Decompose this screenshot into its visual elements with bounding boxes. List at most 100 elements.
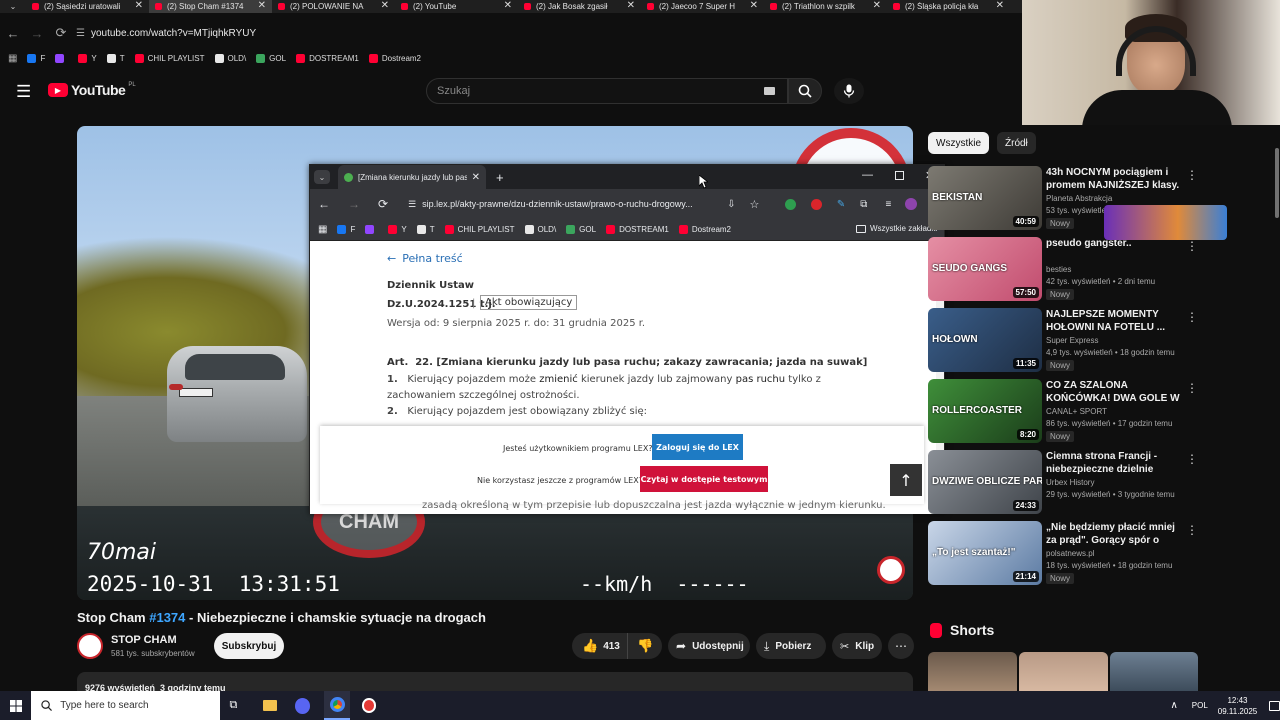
- tab-close-icon[interactable]: ✕: [627, 0, 635, 11]
- chrome-taskbar-icon[interactable]: [324, 691, 350, 720]
- lex-login-button[interactable]: Zaloguj się do LEX: [652, 434, 743, 460]
- show-hidden-icons[interactable]: ∧: [1170, 700, 1177, 711]
- more-vertical-icon[interactable]: ⋮: [1186, 239, 1198, 253]
- popup-bookmark-item[interactable]: Y: [388, 225, 407, 234]
- notifications-icon[interactable]: [1269, 700, 1280, 711]
- reload-button[interactable]: ⟳: [50, 22, 72, 44]
- recommended-video-title[interactable]: NAJLEPSZE MOMENTY HOŁOWNI NA FOTELU ...: [1046, 308, 1184, 334]
- popup-reload-button[interactable]: ⟳: [378, 197, 388, 211]
- shorts-thumb-1[interactable]: [928, 652, 1017, 692]
- browser-tab[interactable]: (2) POLOWANIE NA ✕: [272, 0, 395, 13]
- extensions-puzzle-icon[interactable]: ⧉: [860, 199, 867, 210]
- shorts-thumb-2[interactable]: [1019, 652, 1108, 692]
- back-button[interactable]: ←: [2, 22, 24, 44]
- subscribe-button[interactable]: Subskrybuj: [214, 633, 284, 659]
- lex-trial-button[interactable]: Czytaj w dostępie testowym: [640, 466, 768, 492]
- recommended-channel-name[interactable]: Urbex History: [1046, 478, 1094, 487]
- task-view-icon[interactable]: ⧉: [230, 699, 244, 712]
- browser-tab[interactable]: (2) Sąsiedzi uratowali ✕: [26, 0, 149, 13]
- more-vertical-icon[interactable]: ⋮: [1186, 452, 1198, 466]
- more-vertical-icon[interactable]: ⋮: [1186, 523, 1198, 537]
- scroll-top-button[interactable]: ↑: [890, 464, 922, 496]
- shorts-thumb-3[interactable]: [1110, 652, 1198, 692]
- language-indicator[interactable]: POL: [1192, 701, 1208, 710]
- bookmark-item[interactable]: Dostream2: [368, 53, 421, 63]
- video-thumbnail[interactable]: DWZIWE OBLICZE PARYŻA 24:33: [928, 450, 1042, 514]
- popup-bookmark-item[interactable]: GOL: [566, 225, 596, 234]
- apps-icon[interactable]: ▦: [8, 53, 17, 64]
- tab-close-icon[interactable]: ✕: [750, 0, 758, 11]
- browser-tab[interactable]: (2) Jaecoo 7 Super H ✕: [641, 0, 764, 13]
- filter-chip[interactable]: Źródł: [997, 132, 1036, 154]
- tab-close-icon[interactable]: ✕: [873, 0, 881, 11]
- search-button[interactable]: [788, 78, 822, 104]
- more-vertical-icon[interactable]: ⋮: [1186, 168, 1198, 182]
- recommended-channel-name[interactable]: Super Express: [1046, 336, 1098, 345]
- install-app-icon[interactable]: ⇩: [727, 199, 735, 210]
- browser-tab[interactable]: (2) YouTube ✕: [395, 0, 518, 13]
- extension-translate-icon[interactable]: ✎: [837, 199, 845, 210]
- recommended-video[interactable]: „To jest szantaż!" 21:14 „Nie będziemy pła…: [928, 521, 1198, 585]
- profile-avatar[interactable]: [905, 198, 918, 210]
- maximize-button[interactable]: [895, 171, 904, 180]
- popup-bookmark-item[interactable]: DOSTREAM1: [606, 225, 669, 234]
- media-control-icon[interactable]: ≡: [885, 199, 891, 210]
- tab-close-icon[interactable]: ✕: [504, 0, 512, 11]
- bookmark-item[interactable]: DOSTREAM1: [296, 53, 359, 63]
- recommended-video-title[interactable]: „Nie będziemy płacić mniej za prąd". Gor…: [1046, 521, 1184, 547]
- recommended-video[interactable]: SEUDO GANGS 57:50 pseudo gangster.. besties…: [928, 237, 1198, 301]
- address-bar[interactable]: ☰ youtube.com/watch?v=MTjiqhkRYUY: [76, 23, 256, 43]
- tab-close-icon[interactable]: ✕: [996, 0, 1004, 11]
- keyboard-icon[interactable]: [764, 87, 775, 95]
- file-explorer-icon[interactable]: [263, 700, 277, 711]
- discord-icon[interactable]: [294, 697, 311, 714]
- share-button[interactable]: ➦ Udostępnij: [668, 633, 750, 659]
- popup-bookmark-item[interactable]: [365, 225, 378, 234]
- recommended-channel-name[interactable]: Planeta Abstrakcja: [1046, 194, 1112, 203]
- popup-site-info-icon[interactable]: ☰: [408, 199, 416, 210]
- forward-button[interactable]: →: [26, 22, 48, 44]
- browser-tab[interactable]: (2) Śląska policja kła ✕: [887, 0, 1010, 13]
- popup-back-button[interactable]: ←: [318, 197, 330, 211]
- recommended-video-title[interactable]: Ciemna strona Francji - niebezpieczne dz…: [1046, 450, 1184, 476]
- video-thumbnail[interactable]: „To jest szantaż!" 21:14: [928, 521, 1042, 585]
- voice-search-button[interactable]: [834, 78, 864, 104]
- video-thumbnail[interactable]: BEKISTAN 40:59: [928, 166, 1042, 230]
- bookmark-item[interactable]: CHIL PLAYLIST: [134, 53, 205, 63]
- site-info-icon[interactable]: ☰: [76, 28, 85, 39]
- youtube-logo[interactable]: ▶ YouTube PL: [48, 82, 136, 98]
- tab-close-icon[interactable]: ✕: [258, 0, 266, 11]
- more-vertical-icon[interactable]: ⋮: [1186, 381, 1198, 395]
- extension-record-icon[interactable]: [811, 198, 822, 210]
- page-scrollbar-thumb[interactable]: [1275, 148, 1279, 218]
- popup-bookmark-item[interactable]: T: [416, 225, 435, 234]
- menu-icon[interactable]: ☰: [16, 82, 31, 102]
- browser-tab[interactable]: (2) Triathlon w szpilk ✕: [764, 0, 887, 13]
- bookmark-item[interactable]: GOL: [256, 53, 286, 63]
- popup-apps-icon[interactable]: ▦: [318, 224, 327, 235]
- download-button[interactable]: ⤓ Pobierz: [756, 633, 826, 659]
- recommended-video-title[interactable]: 43h NOCNYM pociągiem i promem NAJNIŻSZEJ…: [1046, 166, 1184, 192]
- tab-close-icon[interactable]: ✕: [381, 0, 389, 11]
- popup-forward-button[interactable]: →: [348, 197, 360, 211]
- popup-bookmark-item[interactable]: F: [337, 225, 355, 234]
- channel-name[interactable]: STOP CHAM: [111, 634, 177, 646]
- popup-tab-close-icon[interactable]: ✕: [472, 172, 480, 183]
- all-bookmarks-folder[interactable]: Wszystkie zakładki: [856, 224, 937, 233]
- full-text-link[interactable]: ← Pełna treść: [387, 252, 463, 265]
- popup-address-bar[interactable]: ☰ sip.lex.pl/akty-prawne/dzu-dziennik-us…: [408, 193, 719, 215]
- filter-chip[interactable]: Wszystkie: [928, 132, 989, 154]
- video-thumbnail[interactable]: SEUDO GANGS 57:50: [928, 237, 1042, 301]
- channel-watermark[interactable]: [877, 556, 905, 584]
- new-tab-button[interactable]: +: [496, 170, 504, 185]
- bookmark-item[interactable]: [55, 53, 68, 63]
- bookmark-item[interactable]: F: [27, 53, 45, 63]
- clock[interactable]: 12:43 09.11.2025: [1218, 695, 1257, 717]
- bookmark-item[interactable]: Y: [78, 53, 97, 63]
- recommended-video[interactable]: DWZIWE OBLICZE PARYŻA 24:33 Ciemna strona …: [928, 450, 1198, 514]
- search-input[interactable]: Szukaj: [426, 78, 788, 104]
- recommended-channel-name[interactable]: besties: [1046, 265, 1071, 274]
- bookmark-star-icon[interactable]: ☆: [750, 198, 760, 211]
- browser-tab[interactable]: (2) Stop Cham #1374 ✕: [149, 0, 272, 13]
- video-hashtag[interactable]: #1374: [149, 610, 185, 625]
